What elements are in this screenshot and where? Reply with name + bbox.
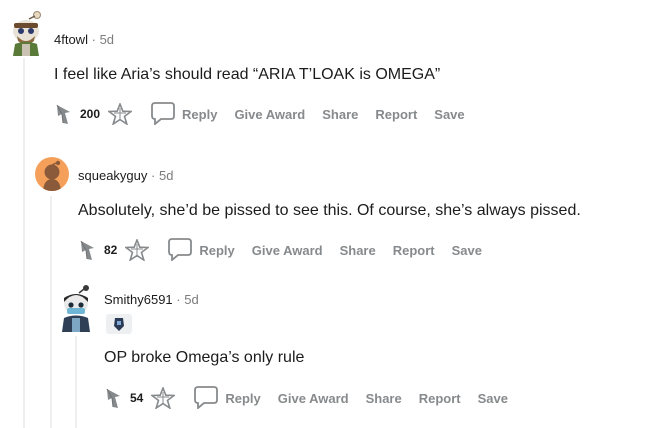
comment-actions: 200 Reply Give Award Share Report Save bbox=[54, 101, 482, 128]
score: 200 bbox=[80, 107, 101, 121]
share-button[interactable]: Share bbox=[366, 391, 402, 406]
reply-label: Reply bbox=[182, 106, 218, 122]
upvote-icon[interactable] bbox=[54, 103, 74, 125]
comment-actions: 54 Reply Give Award Share Report Save bbox=[104, 385, 525, 412]
downvote-star-icon[interactable] bbox=[125, 239, 150, 261]
avatar-squeakyguy[interactable] bbox=[35, 157, 69, 191]
timestamp[interactable]: 5d bbox=[100, 32, 114, 47]
thread-line-level-2[interactable] bbox=[50, 196, 52, 428]
avatar-4ftowl[interactable] bbox=[7, 10, 45, 56]
timestamp[interactable]: 5d bbox=[159, 168, 173, 183]
save-button[interactable]: Save bbox=[478, 391, 508, 406]
comment-body: I feel like Aria’s should read “ARIA T’L… bbox=[54, 66, 441, 83]
give-award-button[interactable]: Give Award bbox=[252, 243, 323, 258]
upvote-icon[interactable] bbox=[78, 239, 98, 261]
give-award-button[interactable]: Give Award bbox=[278, 391, 349, 406]
flair-icon bbox=[114, 318, 124, 331]
reply-button[interactable]: Reply bbox=[150, 101, 217, 128]
reply-label: Reply bbox=[199, 242, 235, 258]
upvote-icon[interactable] bbox=[104, 387, 124, 409]
avatar-smithy6591[interactable] bbox=[58, 284, 96, 332]
score: 82 bbox=[104, 243, 118, 257]
comment-meta: Smithy6591 · 5d bbox=[104, 292, 199, 307]
reply-label: Reply bbox=[225, 390, 261, 406]
comment-bubble-icon bbox=[167, 237, 193, 264]
thread-line-level-3[interactable] bbox=[75, 336, 77, 428]
score: 54 bbox=[130, 391, 144, 405]
username[interactable]: Smithy6591 bbox=[104, 292, 173, 307]
reply-button[interactable]: Reply bbox=[167, 237, 235, 264]
reply-button[interactable]: Reply bbox=[193, 385, 261, 412]
timestamp[interactable]: 5d bbox=[184, 292, 198, 307]
downvote-star-icon[interactable] bbox=[108, 103, 133, 125]
share-button[interactable]: Share bbox=[340, 243, 376, 258]
username[interactable]: squeakyguy bbox=[78, 168, 147, 183]
report-button[interactable]: Report bbox=[393, 243, 435, 258]
report-button[interactable]: Report bbox=[375, 107, 417, 122]
share-button[interactable]: Share bbox=[322, 107, 358, 122]
comment-meta: squeakyguy · 5d bbox=[78, 168, 173, 183]
comment-meta: 4ftowl · 5d bbox=[54, 32, 114, 47]
save-button[interactable]: Save bbox=[434, 107, 464, 122]
thread-line-level-1[interactable] bbox=[23, 58, 25, 428]
comment-actions: 82 Reply Give Award Share Report Save bbox=[78, 237, 499, 264]
report-button[interactable]: Report bbox=[419, 391, 461, 406]
give-award-button[interactable]: Give Award bbox=[234, 107, 305, 122]
meta-separator: · bbox=[176, 292, 181, 307]
comment-bubble-icon bbox=[193, 385, 219, 412]
save-button[interactable]: Save bbox=[452, 243, 482, 258]
user-flair bbox=[106, 314, 132, 334]
comment-bubble-icon bbox=[150, 101, 176, 128]
comment-body: Absolutely, she’d be pissed to see this.… bbox=[78, 202, 581, 219]
meta-separator: · bbox=[151, 168, 156, 183]
comment-body: OP broke Omega’s only rule bbox=[104, 349, 305, 366]
meta-separator: · bbox=[91, 32, 96, 47]
downvote-star-icon[interactable] bbox=[151, 387, 176, 409]
username[interactable]: 4ftowl bbox=[54, 32, 88, 47]
